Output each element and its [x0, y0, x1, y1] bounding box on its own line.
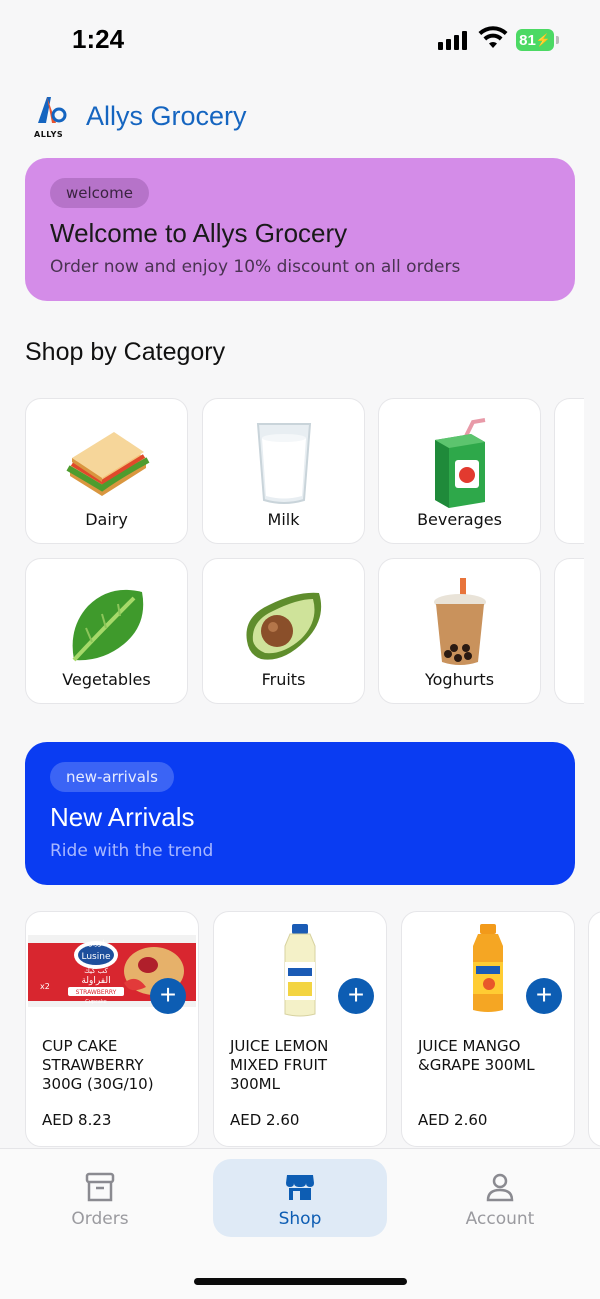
wifi-icon	[478, 26, 508, 48]
product-price: AED 2.60	[230, 1111, 300, 1129]
battery-level: 81	[519, 31, 536, 49]
product-name: CUP CAKE STRAWBERRY 300G (30G/10)	[42, 1037, 154, 1093]
product-logo-text: Lusine	[82, 952, 111, 962]
welcome-chip: welcome	[50, 178, 149, 208]
new-arrivals-banner[interactable]: new-arrivals New Arrivals Ride with the …	[25, 742, 575, 885]
product-card[interactable]: لوزين Lusine كب كيك الفراولة STRAWBERRY …	[25, 911, 199, 1147]
add-to-cart-button[interactable]: +	[338, 978, 374, 1014]
home-indicator	[194, 1278, 407, 1285]
nav-item-account[interactable]: Account	[413, 1159, 587, 1237]
bubble-tea-icon	[379, 577, 540, 669]
user-icon	[413, 1171, 587, 1205]
category-card-beverages[interactable]: Beverages	[378, 398, 541, 544]
bottom-nav: Orders Shop Account	[0, 1148, 600, 1299]
product-card-peek[interactable]	[588, 911, 600, 1147]
app-title: Allys Grocery	[86, 100, 247, 131]
new-arrivals-chip: new-arrivals	[50, 762, 174, 792]
logo-text: ALLYS	[34, 130, 64, 139]
product-label-flavour: STRAWBERRY	[76, 989, 117, 996]
category-card-milk[interactable]: Milk	[202, 398, 365, 544]
product-name: JUICE LEMON MIXED FRUIT 300ML	[230, 1037, 329, 1093]
product-logo-arabic: لوزين	[88, 939, 104, 947]
product-name: JUICE MANGO &GRAPE 300ML	[418, 1037, 535, 1074]
category-card-vegetables[interactable]: Vegetables	[25, 558, 188, 704]
product-label-arabic: الفراولة	[81, 976, 110, 986]
product-card[interactable]: + JUICE MANGO &GRAPE 300ML AED 2.60	[401, 911, 575, 1147]
category-section-title: Shop by Category	[25, 338, 226, 366]
box-icon	[13, 1171, 187, 1205]
category-label: Yoghurts	[424, 670, 495, 689]
add-to-cart-button[interactable]: +	[526, 978, 562, 1014]
product-label-cupcake: Cupcake	[85, 999, 106, 1005]
category-label: Dairy	[85, 510, 128, 529]
sandwich-icon	[26, 417, 187, 509]
category-card-peek[interactable]	[554, 398, 584, 544]
battery-tip	[556, 36, 559, 44]
category-card-peek[interactable]	[554, 558, 584, 704]
new-arrivals-subtitle: Ride with the trend	[50, 841, 214, 861]
category-label: Vegetables	[62, 670, 151, 689]
status-time: 1:24	[72, 24, 125, 54]
welcome-title: Welcome to Allys Grocery	[50, 218, 348, 248]
add-to-cart-button[interactable]: +	[150, 978, 186, 1014]
store-icon	[213, 1171, 387, 1205]
avocado-icon	[203, 577, 364, 669]
nav-label: Account	[465, 1209, 535, 1229]
product-card[interactable]: + JUICE LEMON MIXED FRUIT 300ML AED 2.60	[213, 911, 387, 1147]
nav-label: Shop	[278, 1209, 322, 1229]
nav-label: Orders	[71, 1209, 129, 1229]
allys-logo-icon: ALLYS	[34, 93, 68, 139]
milk-glass-icon	[203, 417, 364, 509]
category-card-dairy[interactable]: Dairy	[25, 398, 188, 544]
juice-box-icon	[379, 417, 540, 509]
welcome-banner[interactable]: welcome Welcome to Allys Grocery Order n…	[25, 158, 575, 301]
product-label-count: x2	[40, 982, 50, 991]
product-price: AED 8.23	[42, 1111, 112, 1129]
nav-item-shop[interactable]: Shop	[213, 1159, 387, 1237]
product-label-arabic-top: كب كيك	[84, 967, 108, 975]
category-card-yoghurts[interactable]: Yoghurts	[378, 558, 541, 704]
nav-item-orders[interactable]: Orders	[13, 1159, 187, 1237]
app-header: ALLYS Allys Grocery	[34, 92, 247, 140]
category-label: Fruits	[261, 670, 306, 689]
product-price: AED 2.60	[418, 1111, 488, 1129]
status-bar: 1:24 81 ⚡	[0, 0, 600, 80]
new-arrivals-title: New Arrivals	[50, 802, 195, 832]
category-label: Milk	[267, 510, 300, 529]
battery-icon: 81 ⚡	[516, 29, 554, 51]
welcome-subtitle: Order now and enjoy 10% discount on all …	[50, 257, 461, 277]
category-card-fruits[interactable]: Fruits	[202, 558, 365, 704]
category-label: Beverages	[417, 510, 502, 529]
signal-icon	[438, 30, 467, 50]
lettuce-icon	[26, 577, 187, 669]
